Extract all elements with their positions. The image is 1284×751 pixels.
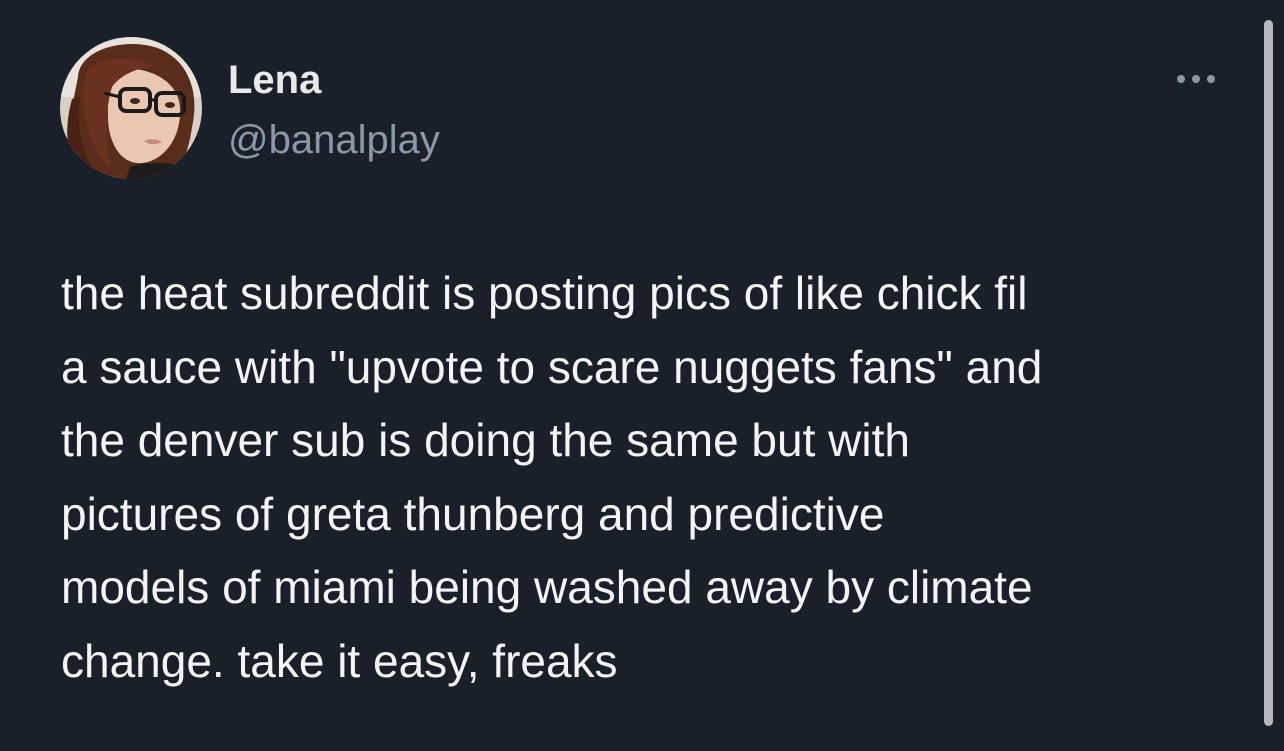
more-horizontal-icon — [1177, 75, 1215, 83]
tweet-text: the heat subreddit is posting pics of li… — [61, 267, 1043, 687]
avatar-image — [60, 37, 202, 179]
scrollbar[interactable] — [1264, 20, 1273, 726]
display-name[interactable]: Lena — [228, 56, 321, 104]
tweet-card: Lena @banalplay the heat subreddit is po… — [0, 0, 1284, 751]
user-handle[interactable]: @banalplay — [228, 116, 440, 164]
more-options-button[interactable] — [1168, 62, 1224, 96]
avatar[interactable] — [60, 37, 202, 179]
